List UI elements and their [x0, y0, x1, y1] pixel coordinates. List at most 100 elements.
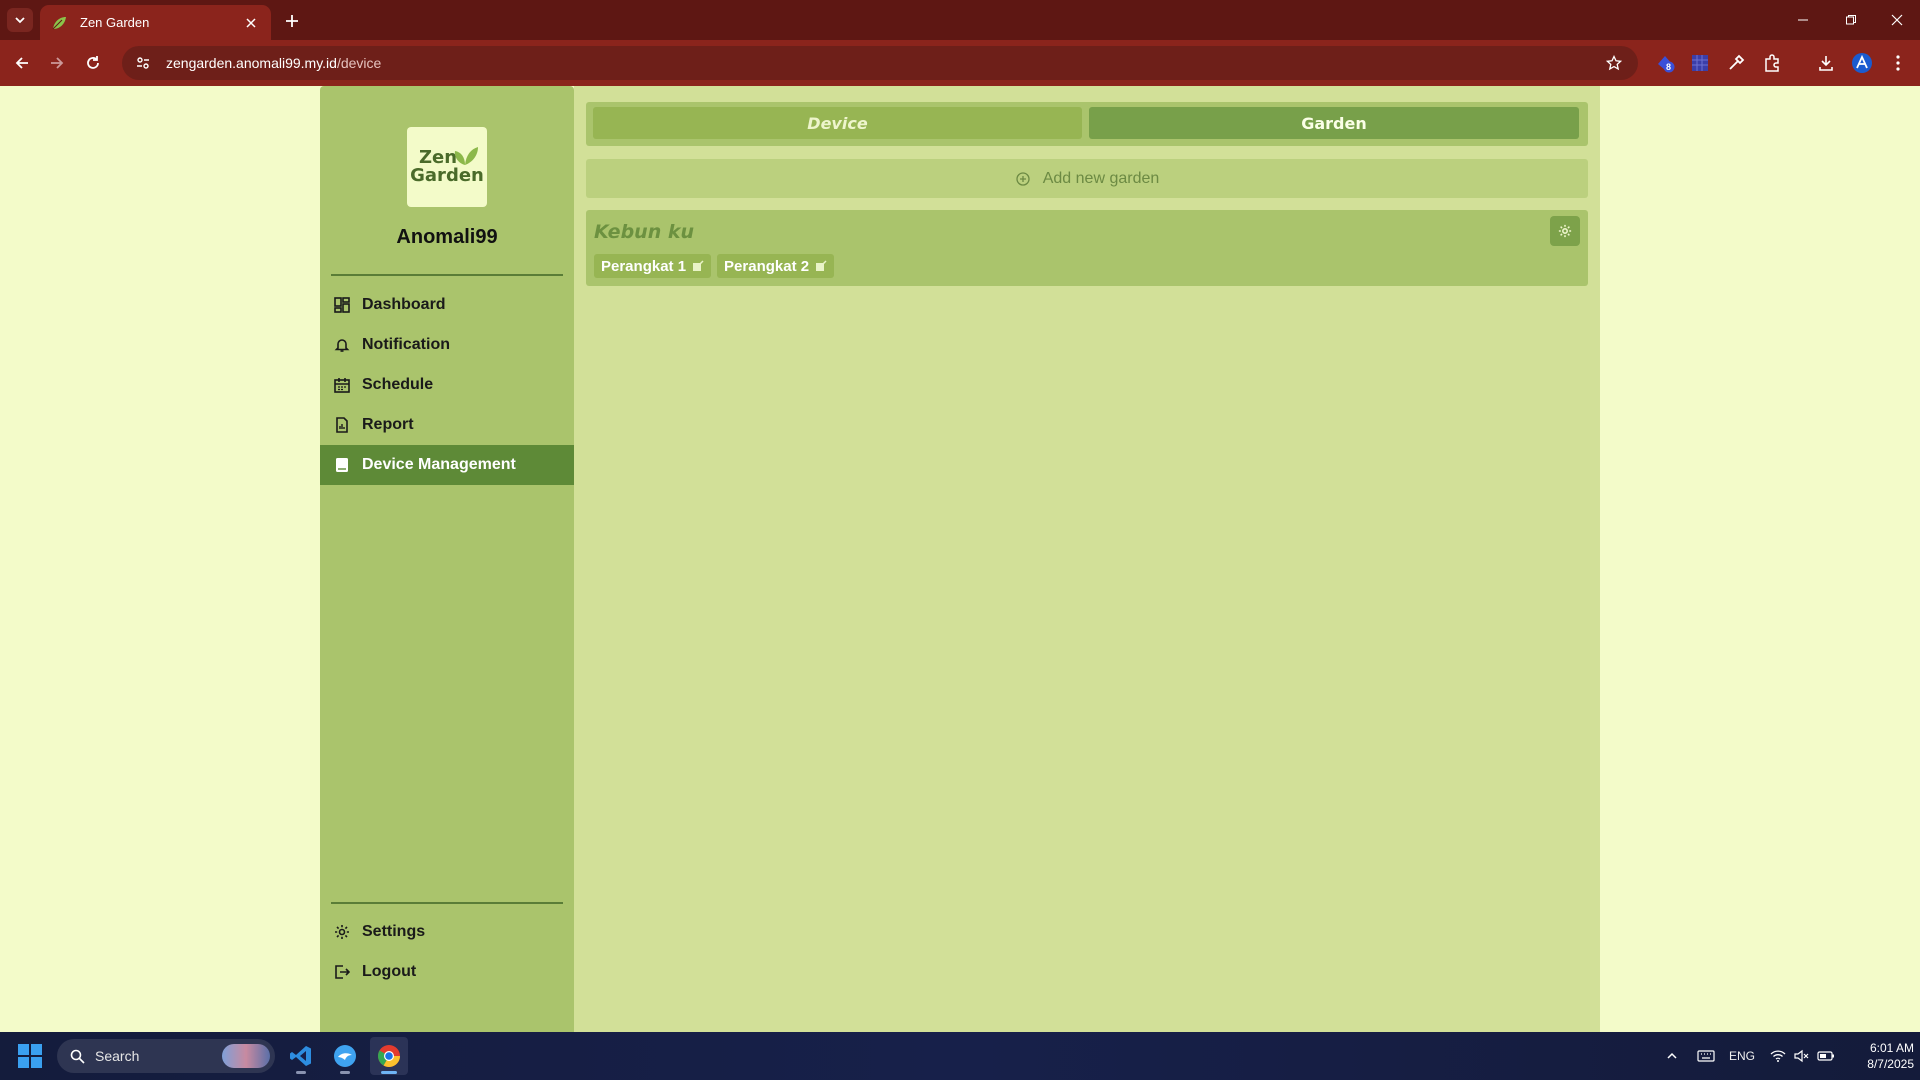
- tab-garden[interactable]: Garden: [1089, 107, 1579, 139]
- taskbar-app-chat[interactable]: [326, 1037, 364, 1075]
- chevron-down-icon: [15, 17, 25, 24]
- volume-muted-icon[interactable]: [1790, 1032, 1814, 1080]
- sidebar-item-label: Dashboard: [362, 296, 446, 313]
- taskbar-search[interactable]: Search: [57, 1039, 275, 1073]
- edit-icon[interactable]: [692, 260, 704, 272]
- sidebar-divider-bottom: [331, 902, 563, 904]
- plus-icon: [286, 15, 298, 27]
- close-window-button[interactable]: [1874, 0, 1920, 40]
- page: Zen Garden Anomali99 Dashboard Notificat…: [0, 86, 1920, 1032]
- plus-circle-icon: [1015, 171, 1031, 187]
- reload-icon: [87, 56, 99, 69]
- dashboard-icon: [333, 296, 351, 314]
- download-icon[interactable]: [1812, 49, 1840, 77]
- battery-icon[interactable]: [1814, 1032, 1838, 1080]
- profile-avatar-icon[interactable]: [1848, 49, 1876, 77]
- restore-button[interactable]: [1828, 0, 1874, 40]
- tab-title: Zen Garden: [80, 15, 150, 30]
- sidebar-item-label: Schedule: [362, 376, 434, 393]
- sidebar-item-schedule[interactable]: Schedule: [320, 365, 574, 405]
- sidebar-footer-nav: Settings Logout: [320, 912, 574, 992]
- add-garden-label: Add new garden: [1042, 169, 1160, 187]
- device-chip-label: Perangkat 1: [601, 257, 687, 275]
- sidebar-item-label: Settings: [362, 923, 426, 940]
- minimize-button[interactable]: [1780, 0, 1826, 40]
- site-info-icon[interactable]: [128, 48, 158, 78]
- extensions-puzzle-icon[interactable]: [1758, 49, 1786, 77]
- arrow-left-icon: [15, 57, 28, 69]
- arrow-right-icon: [51, 57, 64, 69]
- windows-start-icon[interactable]: [18, 1044, 42, 1068]
- sidebar-item-label: Report: [362, 416, 414, 433]
- bell-icon: [333, 336, 351, 354]
- browser-tabstrip: Zen Garden: [0, 0, 1920, 40]
- sidebar-item-device-management[interactable]: Device Management: [320, 445, 574, 485]
- sidebar-divider-top: [331, 274, 563, 276]
- back-button[interactable]: [7, 48, 37, 78]
- app-running-indicator: [340, 1071, 350, 1074]
- taskbar-app-vscode[interactable]: [282, 1037, 320, 1075]
- app-running-indicator: [296, 1071, 306, 1074]
- sidebar-item-report[interactable]: Report: [320, 405, 574, 445]
- report-icon: [333, 416, 351, 434]
- url-path: /device: [336, 55, 382, 71]
- restore-icon: [1846, 15, 1856, 25]
- tray-overflow-button[interactable]: [1660, 1032, 1684, 1080]
- extension-badge-count: 8: [1666, 62, 1672, 72]
- tab-search-button[interactable]: [7, 8, 33, 32]
- vscode-icon: [290, 1046, 311, 1066]
- keyboard-button[interactable]: [1692, 1032, 1720, 1080]
- clock-date: 8/7/2025: [1867, 1057, 1914, 1071]
- url-text: zengarden.anomali99.my.id/device: [166, 55, 381, 71]
- sidebar: Zen Garden Anomali99 Dashboard Notificat…: [320, 86, 574, 1032]
- extension-badge-icon[interactable]: 8: [1651, 49, 1679, 77]
- taskbar-app-chrome[interactable]: [370, 1037, 408, 1075]
- taskbar-clock[interactable]: 6:01 AM 8/7/2025: [1840, 1040, 1914, 1072]
- username: Anomali99: [396, 226, 498, 248]
- app-active-indicator: [381, 1071, 397, 1074]
- main-content: Device Garden Add new garden Kebun ku Pe…: [574, 86, 1600, 1032]
- logo-leaf-icon: [454, 147, 478, 165]
- sidebar-item-dashboard[interactable]: Dashboard: [320, 285, 574, 325]
- sidebar-item-label: Logout: [362, 963, 417, 980]
- chat-bird-icon: [334, 1045, 356, 1067]
- device-icon: [333, 456, 351, 474]
- sidebar-nav: Dashboard Notification Schedule Report D…: [320, 285, 574, 485]
- new-tab-button[interactable]: [280, 9, 304, 33]
- zen-garden-logo: Zen Garden: [407, 127, 487, 207]
- browser-toolbar: zengarden.anomali99.my.id/device 8: [0, 40, 1920, 113]
- garden-name: Kebun ku: [594, 221, 695, 243]
- eyedropper-icon[interactable]: [1722, 49, 1750, 77]
- chevron-up-icon: [1667, 1052, 1677, 1059]
- reload-button[interactable]: [78, 48, 108, 78]
- device-chip[interactable]: Perangkat 1: [594, 254, 712, 278]
- edit-icon[interactable]: [815, 260, 827, 272]
- calendar-icon: [333, 376, 351, 394]
- browser-menu-icon[interactable]: [1884, 49, 1912, 77]
- gear-icon: [333, 923, 351, 941]
- forward-button[interactable]: [42, 48, 72, 78]
- search-highlight-image: [222, 1044, 270, 1068]
- garden-card: Kebun ku Perangkat 1 Perangkat 2: [586, 210, 1588, 286]
- bookmark-star-icon[interactable]: [1602, 51, 1626, 75]
- sidebar-item-logout[interactable]: Logout: [320, 952, 574, 992]
- grid-extension-icon[interactable]: [1686, 49, 1714, 77]
- keyboard-icon: [1697, 1050, 1715, 1062]
- browser-tab-active[interactable]: Zen Garden: [40, 5, 271, 40]
- device-chip[interactable]: Perangkat 2: [717, 254, 835, 278]
- tab-device[interactable]: Device: [593, 107, 1082, 139]
- language-indicator[interactable]: ENG: [1724, 1032, 1760, 1080]
- address-bar[interactable]: zengarden.anomali99.my.id/device: [122, 46, 1638, 80]
- garden-settings-button[interactable]: [1550, 216, 1580, 246]
- url-host: zengarden.anomali99.my.id: [166, 55, 337, 71]
- sidebar-item-notification[interactable]: Notification: [320, 325, 574, 365]
- tab-close-icon[interactable]: [241, 13, 261, 33]
- clock-time: 6:01 AM: [1869, 1041, 1914, 1055]
- add-garden-button[interactable]: Add new garden: [586, 159, 1588, 198]
- chrome-icon: [378, 1045, 400, 1067]
- minimize-icon: [1798, 19, 1808, 21]
- sidebar-item-settings[interactable]: Settings: [320, 912, 574, 952]
- sidebar-item-label: Device Management: [362, 456, 516, 473]
- logo-text-line2: Garden: [410, 165, 484, 186]
- wifi-icon[interactable]: [1766, 1032, 1790, 1080]
